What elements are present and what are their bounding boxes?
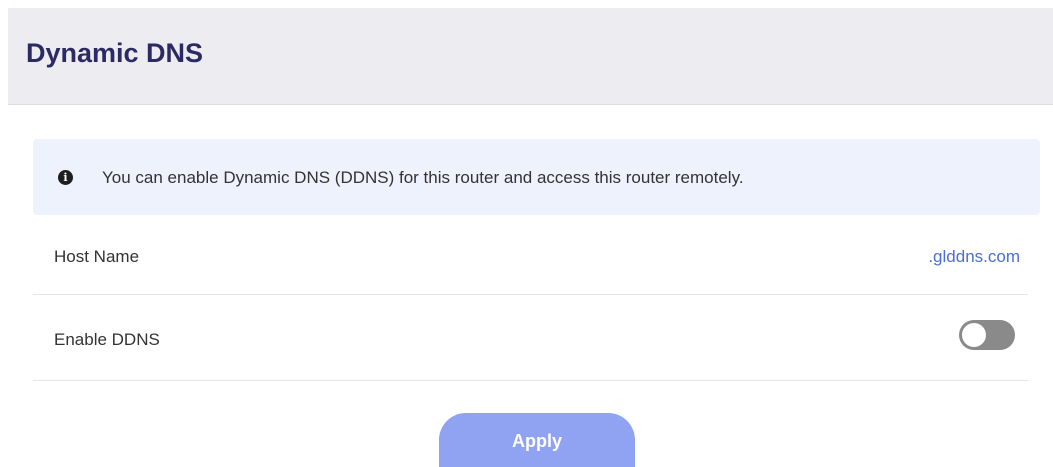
enable-ddns-label: Enable DDNS — [54, 330, 160, 349]
info-circle-icon: i — [58, 170, 73, 185]
host-name-value: .glddns.com — [928, 247, 1020, 266]
host-name-row: Host Name .glddns.com — [33, 221, 1028, 295]
toggle-knob — [962, 323, 986, 347]
page-header: Dynamic DNS — [8, 8, 1053, 105]
enable-ddns-toggle[interactable] — [959, 320, 1015, 350]
enable-ddns-row: Enable DDNS — [33, 295, 1028, 381]
info-banner: i You can enable Dynamic DNS (DDNS) for … — [33, 139, 1040, 215]
dynamic-dns-page: Dynamic DNS i You can enable Dynamic DNS… — [0, 0, 1053, 467]
apply-button[interactable]: Apply — [439, 413, 635, 467]
info-banner-text: You can enable Dynamic DNS (DDNS) for th… — [102, 168, 744, 187]
host-name-label: Host Name — [54, 247, 140, 266]
page-title: Dynamic DNS — [26, 38, 204, 68]
